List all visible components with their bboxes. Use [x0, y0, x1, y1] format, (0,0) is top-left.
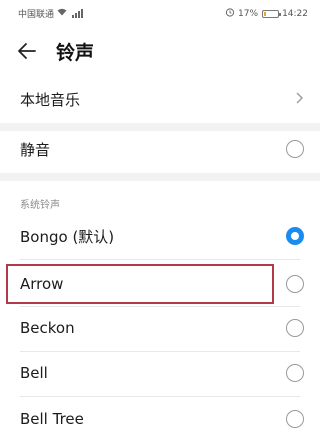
ringtone-radio[interactable]: [286, 364, 304, 382]
carrier-label: 中国联通: [18, 10, 55, 20]
signal-icon: [72, 9, 84, 18]
chevron-right-icon: [294, 90, 304, 109]
ringtone-radio[interactable]: [286, 410, 304, 428]
ringtone-label: Bell: [20, 364, 48, 382]
section-header: 系统铃声: [20, 200, 60, 211]
status-left: 中国联通: [18, 7, 84, 20]
battery-fill: [264, 11, 267, 16]
ringtone-radio-checked[interactable]: [286, 227, 304, 245]
ringtone-item[interactable]: Bongo (默认): [0, 213, 320, 259]
ringtone-radio[interactable]: [286, 319, 304, 337]
status-bar: 中国联通 17% 14:22: [0, 0, 320, 26]
ringtone-label: Arrow: [20, 275, 64, 293]
ringtone-item[interactable]: Beckon: [0, 305, 320, 351]
wifi-icon: [57, 8, 67, 19]
local-music-label: 本地音乐: [20, 90, 81, 109]
status-time: 14:22: [282, 8, 308, 19]
battery-icon: [262, 9, 282, 18]
ringtone-radio[interactable]: [286, 275, 304, 293]
page-title: 铃声: [56, 42, 95, 64]
divider: [20, 259, 300, 260]
ringtone-item[interactable]: Bell: [0, 350, 320, 396]
section-gap: [0, 173, 320, 181]
alarm-icon: [225, 7, 235, 20]
header: 铃声: [0, 30, 320, 70]
arrow-left-icon[interactable]: [16, 40, 38, 62]
ringtone-label: Bongo (默认): [20, 227, 115, 246]
silent-radio[interactable]: [286, 140, 304, 158]
local-music-item[interactable]: 本地音乐: [0, 76, 320, 122]
battery-percent: 17%: [238, 8, 259, 19]
ringtone-label: Beckon: [20, 319, 75, 337]
ringtone-item[interactable]: Arrow: [0, 261, 320, 307]
status-right: 17% 14:22: [225, 7, 308, 20]
ringtone-item[interactable]: Bell Tree: [0, 396, 320, 442]
ringtone-label: Bell Tree: [20, 410, 84, 428]
silent-label: 静音: [20, 140, 51, 159]
silent-item[interactable]: 静音: [0, 126, 320, 172]
